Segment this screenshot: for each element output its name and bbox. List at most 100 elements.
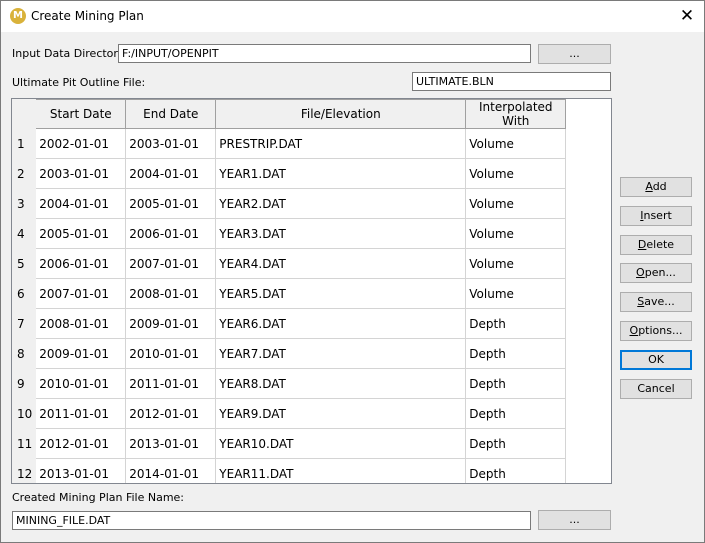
row-number: 4 bbox=[12, 218, 37, 249]
end-date-cell[interactable]: 2013-01-01 bbox=[125, 428, 217, 459]
column-header[interactable]: End Date bbox=[125, 99, 217, 129]
interpolated-with-cell[interactable]: Depth bbox=[465, 308, 567, 339]
row-number: 7 bbox=[12, 308, 37, 339]
add-button[interactable]: Add bbox=[620, 177, 692, 197]
title-bar: M Create Mining Plan ✕ bbox=[1, 1, 704, 32]
interpolated-with-cell[interactable]: Depth bbox=[465, 428, 567, 459]
start-date-cell[interactable]: 2003-01-01 bbox=[35, 158, 127, 189]
start-date-cell[interactable]: 2011-01-01 bbox=[35, 398, 127, 429]
start-date-cell[interactable]: 2006-01-01 bbox=[35, 248, 127, 279]
file-elevation-cell[interactable]: YEAR11.DAT bbox=[215, 458, 467, 483]
table-row[interactable]: 7 2008-01-01 2009-01-01 YEAR6.DAT Depth bbox=[12, 308, 567, 339]
end-date-cell[interactable]: 2011-01-01 bbox=[125, 368, 217, 399]
column-header[interactable]: Start Date bbox=[35, 99, 127, 129]
interpolated-with-cell[interactable]: Depth bbox=[465, 368, 567, 399]
interpolated-with-cell[interactable]: Volume bbox=[465, 218, 567, 249]
open-button[interactable]: Open... bbox=[620, 263, 692, 283]
row-number: 10 bbox=[12, 398, 37, 429]
file-elevation-cell[interactable]: PRESTRIP.DAT bbox=[215, 128, 467, 159]
end-date-cell[interactable]: 2006-01-01 bbox=[125, 218, 217, 249]
row-number: 9 bbox=[12, 368, 37, 399]
end-date-cell[interactable]: 2004-01-01 bbox=[125, 158, 217, 189]
output-file-field[interactable]: MINING_FILE.DAT bbox=[12, 511, 531, 530]
row-number: 3 bbox=[12, 188, 37, 219]
corner-cell bbox=[12, 99, 37, 129]
start-date-cell[interactable]: 2009-01-01 bbox=[35, 338, 127, 369]
table-row[interactable]: 2 2003-01-01 2004-01-01 YEAR1.DAT Volume bbox=[12, 158, 567, 189]
file-elevation-cell[interactable]: YEAR9.DAT bbox=[215, 398, 467, 429]
input-dir-label: Input Data Directory: bbox=[12, 47, 128, 60]
table-row[interactable]: 6 2007-01-01 2008-01-01 YEAR5.DAT Volume bbox=[12, 278, 567, 309]
ok-button[interactable]: OK bbox=[620, 350, 692, 370]
interpolated-with-cell[interactable]: Depth bbox=[465, 398, 567, 429]
file-elevation-cell[interactable]: YEAR1.DAT bbox=[215, 158, 467, 189]
row-number: 6 bbox=[12, 278, 37, 309]
end-date-cell[interactable]: 2010-01-01 bbox=[125, 338, 217, 369]
outline-field[interactable]: ULTIMATE.BLN bbox=[412, 72, 611, 91]
file-elevation-cell[interactable]: YEAR8.DAT bbox=[215, 368, 467, 399]
app-icon: M bbox=[10, 8, 26, 24]
start-date-cell[interactable]: 2013-01-01 bbox=[35, 458, 127, 483]
header-row: Start Date End Date File/Elevation Inter… bbox=[12, 99, 567, 129]
column-header[interactable]: File/Elevation bbox=[215, 99, 467, 129]
table-row[interactable]: 5 2006-01-01 2007-01-01 YEAR4.DAT Volume bbox=[12, 248, 567, 279]
file-elevation-cell[interactable]: YEAR6.DAT bbox=[215, 308, 467, 339]
output-browse-button[interactable]: ... bbox=[538, 510, 611, 530]
interpolated-with-cell[interactable]: Depth bbox=[465, 458, 567, 483]
mining-plan-grid[interactable]: Start Date End Date File/Elevation Inter… bbox=[11, 98, 612, 484]
interpolated-with-cell[interactable]: Volume bbox=[465, 278, 567, 309]
file-elevation-cell[interactable]: YEAR7.DAT bbox=[215, 338, 467, 369]
dialog-window: M Create Mining Plan ✕ Input Data Direct… bbox=[0, 0, 705, 543]
row-number: 5 bbox=[12, 248, 37, 279]
close-icon[interactable]: ✕ bbox=[670, 1, 704, 32]
start-date-cell[interactable]: 2002-01-01 bbox=[35, 128, 127, 159]
delete-button[interactable]: Delete bbox=[620, 235, 692, 255]
cancel-button[interactable]: Cancel bbox=[620, 379, 692, 399]
window-title: Create Mining Plan bbox=[31, 9, 144, 23]
file-elevation-cell[interactable]: YEAR10.DAT bbox=[215, 428, 467, 459]
start-date-cell[interactable]: 2007-01-01 bbox=[35, 278, 127, 309]
interpolated-with-cell[interactable]: Volume bbox=[465, 188, 567, 219]
table-row[interactable]: 8 2009-01-01 2010-01-01 YEAR7.DAT Depth bbox=[12, 338, 567, 369]
start-date-cell[interactable]: 2005-01-01 bbox=[35, 218, 127, 249]
row-number: 1 bbox=[12, 128, 37, 159]
output-label: Created Mining Plan File Name: bbox=[12, 491, 185, 504]
column-header[interactable]: Interpolated With bbox=[465, 99, 567, 129]
table-row[interactable]: 11 2012-01-01 2013-01-01 YEAR10.DAT Depth bbox=[12, 428, 567, 459]
end-date-cell[interactable]: 2005-01-01 bbox=[125, 188, 217, 219]
start-date-cell[interactable]: 2010-01-01 bbox=[35, 368, 127, 399]
file-elevation-cell[interactable]: YEAR2.DAT bbox=[215, 188, 467, 219]
table-row[interactable]: 3 2004-01-01 2005-01-01 YEAR2.DAT Volume bbox=[12, 188, 567, 219]
insert-button[interactable]: Insert bbox=[620, 206, 692, 226]
end-date-cell[interactable]: 2012-01-01 bbox=[125, 398, 217, 429]
start-date-cell[interactable]: 2008-01-01 bbox=[35, 308, 127, 339]
table-row[interactable]: 9 2010-01-01 2011-01-01 YEAR8.DAT Depth bbox=[12, 368, 567, 399]
row-number: 12 bbox=[12, 458, 37, 483]
input-dir-field[interactable]: F:/INPUT/OPENPIT bbox=[118, 44, 531, 63]
input-dir-browse-button[interactable]: ... bbox=[538, 44, 611, 64]
table-row[interactable]: 10 2011-01-01 2012-01-01 YEAR9.DAT Depth bbox=[12, 398, 567, 429]
start-date-cell[interactable]: 2004-01-01 bbox=[35, 188, 127, 219]
interpolated-with-cell[interactable]: Depth bbox=[465, 338, 567, 369]
options-button[interactable]: Options... bbox=[620, 321, 692, 341]
end-date-cell[interactable]: 2008-01-01 bbox=[125, 278, 217, 309]
row-number: 11 bbox=[12, 428, 37, 459]
end-date-cell[interactable]: 2003-01-01 bbox=[125, 128, 217, 159]
file-elevation-cell[interactable]: YEAR5.DAT bbox=[215, 278, 467, 309]
outline-label: Ultimate Pit Outline File: bbox=[12, 76, 146, 89]
save-button[interactable]: Save... bbox=[620, 292, 692, 312]
interpolated-with-cell[interactable]: Volume bbox=[465, 128, 567, 159]
start-date-cell[interactable]: 2012-01-01 bbox=[35, 428, 127, 459]
end-date-cell[interactable]: 2007-01-01 bbox=[125, 248, 217, 279]
table-row[interactable]: 4 2005-01-01 2006-01-01 YEAR3.DAT Volume bbox=[12, 218, 567, 249]
table-row[interactable]: 1 2002-01-01 2003-01-01 PRESTRIP.DAT Volume bbox=[12, 128, 567, 159]
end-date-cell[interactable]: 2009-01-01 bbox=[125, 308, 217, 339]
table-row[interactable]: 12 2013-01-01 2014-01-01 YEAR11.DAT Depth bbox=[12, 458, 567, 483]
file-elevation-cell[interactable]: YEAR4.DAT bbox=[215, 248, 467, 279]
row-number: 2 bbox=[12, 158, 37, 189]
file-elevation-cell[interactable]: YEAR3.DAT bbox=[215, 218, 467, 249]
interpolated-with-cell[interactable]: Volume bbox=[465, 248, 567, 279]
end-date-cell[interactable]: 2014-01-01 bbox=[125, 458, 217, 483]
plan-table: Start Date End Date File/Elevation Inter… bbox=[12, 99, 567, 483]
interpolated-with-cell[interactable]: Volume bbox=[465, 158, 567, 189]
